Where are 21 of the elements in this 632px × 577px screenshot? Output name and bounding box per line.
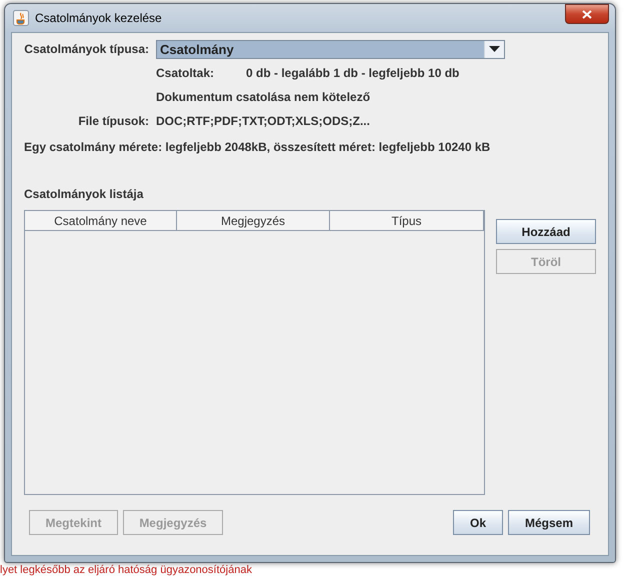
size-info: Egy csatolmány mérete: legfeljebb 2048kB, összesített méret: legfeljebb 10240 kB (24, 140, 490, 154)
button[interactable]: Hozzáad (496, 219, 596, 244)
button[interactable]: Mégsem (508, 510, 590, 535)
java-cup-icon (13, 10, 29, 26)
attached-label: Csatoltak: (156, 66, 216, 80)
caret-icon (489, 46, 500, 52)
attached-count: 0 db - legalább 1 db - legfeljebb 10 db (246, 66, 460, 80)
close-button[interactable] (565, 4, 609, 24)
column-header[interactable]: Megjegyzés (177, 211, 330, 230)
column-header[interactable]: Típus (330, 211, 484, 230)
section-title: Csatolmányok listája (24, 187, 144, 201)
optional-note: Dokumentum csatolása nem kötelező (156, 90, 370, 104)
column-header[interactable]: Csatolmány neve (25, 211, 177, 230)
type-dropdown[interactable]: Csatolmány (156, 40, 505, 58)
file-types-value: DOC;RTF;PDF;TXT;ODT;XLS;ODS;Z... (156, 114, 370, 128)
file-types-label: File típusok: (77, 114, 149, 128)
background-text: lyet legkésőbb az eljáró hatóság ügyazonosítójának (0, 564, 252, 576)
type-label: Csatolmányok típusa: (24, 41, 149, 58)
button[interactable]: Ok (453, 510, 503, 535)
window-title: Csatolmányok kezelése (35, 11, 163, 25)
close-icon (582, 10, 592, 18)
